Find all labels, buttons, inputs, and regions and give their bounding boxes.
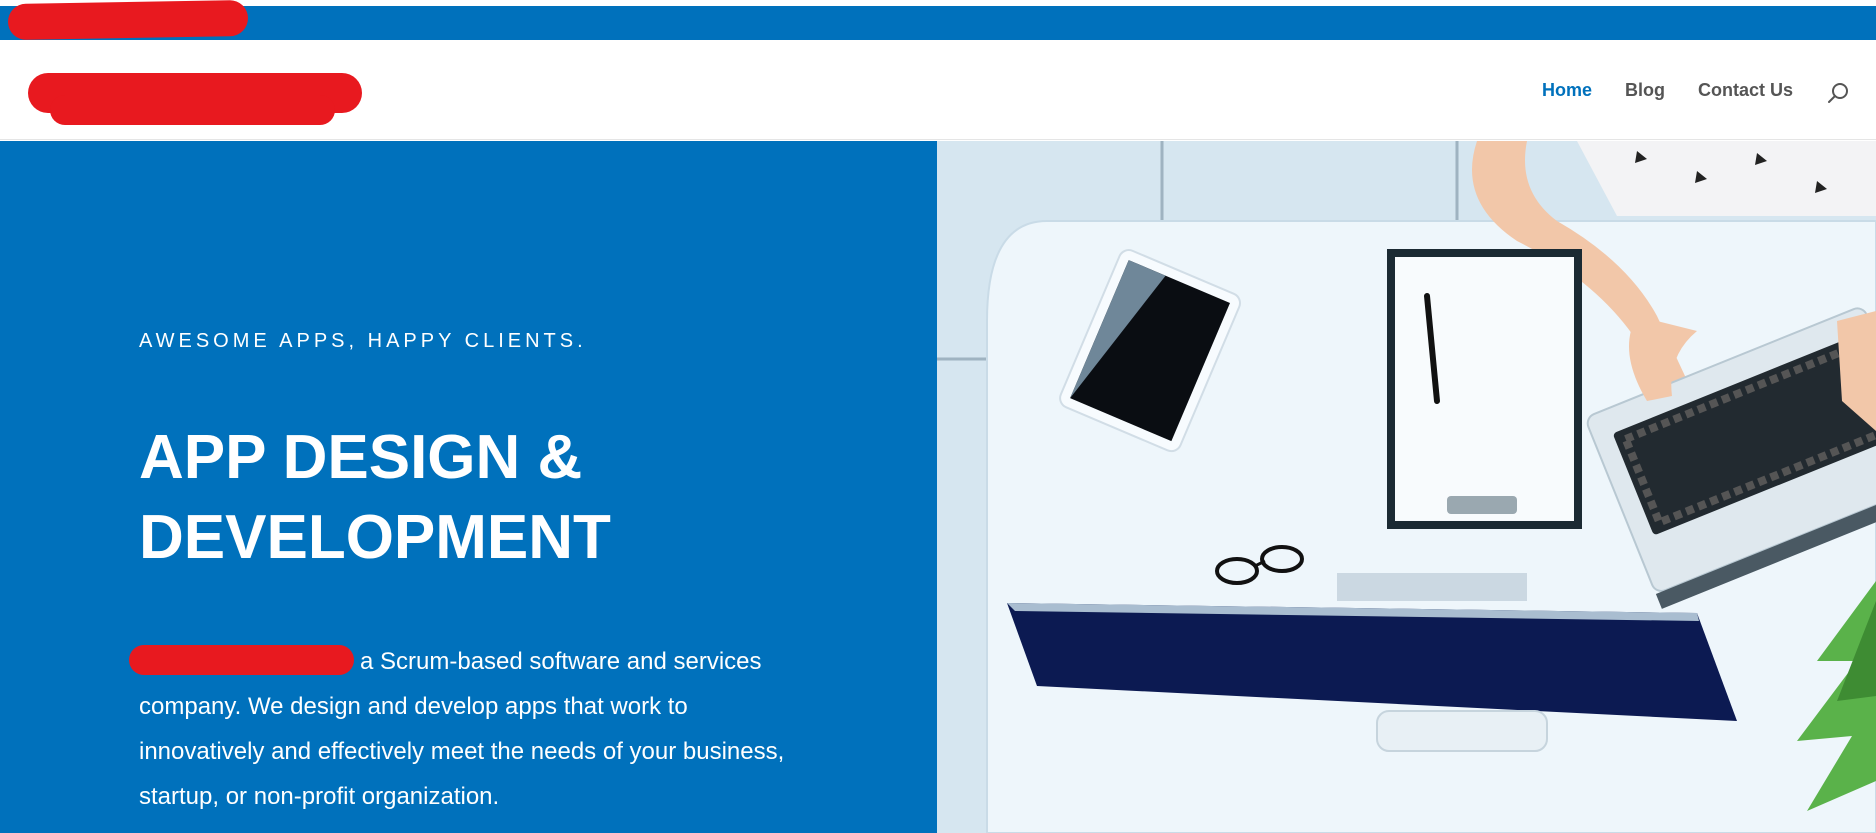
search-icon[interactable] [1826, 81, 1850, 105]
hero-text-panel: AWESOME APPS, HAPPY CLIENTS. APP DESIGN … [0, 141, 937, 833]
hero-headline-line2: DEVELOPMENT [139, 503, 611, 572]
top-bar-fill [0, 6, 1876, 40]
photo-illustration [937, 141, 1876, 833]
hero-headline: APP DESIGN & DEVELOPMENT [139, 418, 859, 578]
nav-contact-us[interactable]: Contact Us [1698, 80, 1793, 101]
hero-description: a Scrum-based software and services comp… [129, 639, 819, 819]
site-header: Home Blog Contact Us [0, 40, 1876, 140]
redacted-top-text [7, 0, 249, 41]
nav-blog[interactable]: Blog [1625, 80, 1665, 101]
office-desk-photo [937, 141, 1876, 833]
hero-headline-line1: APP DESIGN & [139, 423, 583, 492]
nav-home[interactable]: Home [1542, 80, 1592, 101]
top-bar [0, 0, 1876, 41]
hero-eyebrow: AWESOME APPS, HAPPY CLIENTS. [139, 330, 587, 352]
hero-section: AWESOME APPS, HAPPY CLIENTS. APP DESIGN … [0, 141, 1876, 833]
main-nav: Home Blog Contact Us [1542, 40, 1876, 140]
redacted-logo-part [50, 95, 335, 125]
redacted-company-name [129, 645, 354, 675]
